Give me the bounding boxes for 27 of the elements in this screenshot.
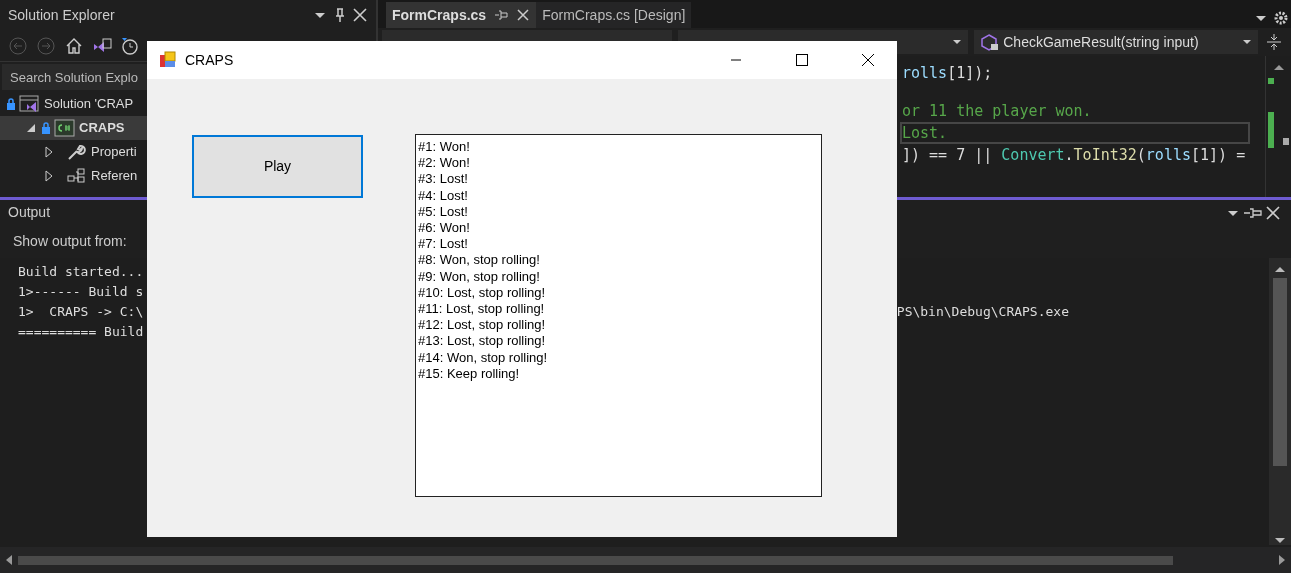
list-item: #11: Lost, stop rolling! bbox=[418, 301, 546, 318]
output-line: 1>------ Build s bbox=[18, 283, 144, 301]
panel-title: Output bbox=[8, 203, 51, 222]
list-item: #2: Won! bbox=[418, 155, 471, 172]
output-line: 1> CRAPS -> C:\ bbox=[18, 303, 144, 321]
output-line: Build started... bbox=[18, 263, 144, 281]
list-item: #7: Lost! bbox=[418, 236, 469, 253]
panel-title: Solution Explorer bbox=[8, 5, 115, 25]
list-item: #13: Lost, stop rolling! bbox=[418, 333, 547, 350]
code-line: rolls[1]); bbox=[901, 63, 994, 84]
list-item: #12: Lost, stop rolling! bbox=[418, 317, 547, 334]
list-item: #5: Lost! bbox=[418, 203, 469, 220]
list-item: #4: Lost! bbox=[418, 187, 469, 204]
list-item: #3: Lost! bbox=[418, 171, 469, 188]
list-item: #10: Lost, stop rolling! bbox=[418, 284, 547, 302]
list-item: #14: Won, stop rolling! bbox=[418, 349, 549, 366]
output-source-label: Show output from: bbox=[13, 232, 127, 251]
list-item: #1: Won! bbox=[418, 139, 471, 156]
code-line: ]) == 7 || Convert.ToInt32(rolls[1]) = bbox=[901, 145, 1247, 166]
window-title: CRAPS bbox=[185, 50, 235, 70]
list-item: #8: Won, stop rolling! bbox=[418, 252, 541, 269]
list-item: #6: Won! bbox=[418, 220, 471, 237]
output-line: ========== Build bbox=[18, 323, 144, 341]
output-line: PS\bin\Debug\CRAPS.exe bbox=[896, 303, 1069, 321]
list-item: #9: Won, stop rolling! bbox=[418, 268, 541, 285]
code-line: or 11 the player won. bbox=[901, 101, 1093, 122]
list-item: #15: Keep rolling! bbox=[418, 365, 521, 383]
